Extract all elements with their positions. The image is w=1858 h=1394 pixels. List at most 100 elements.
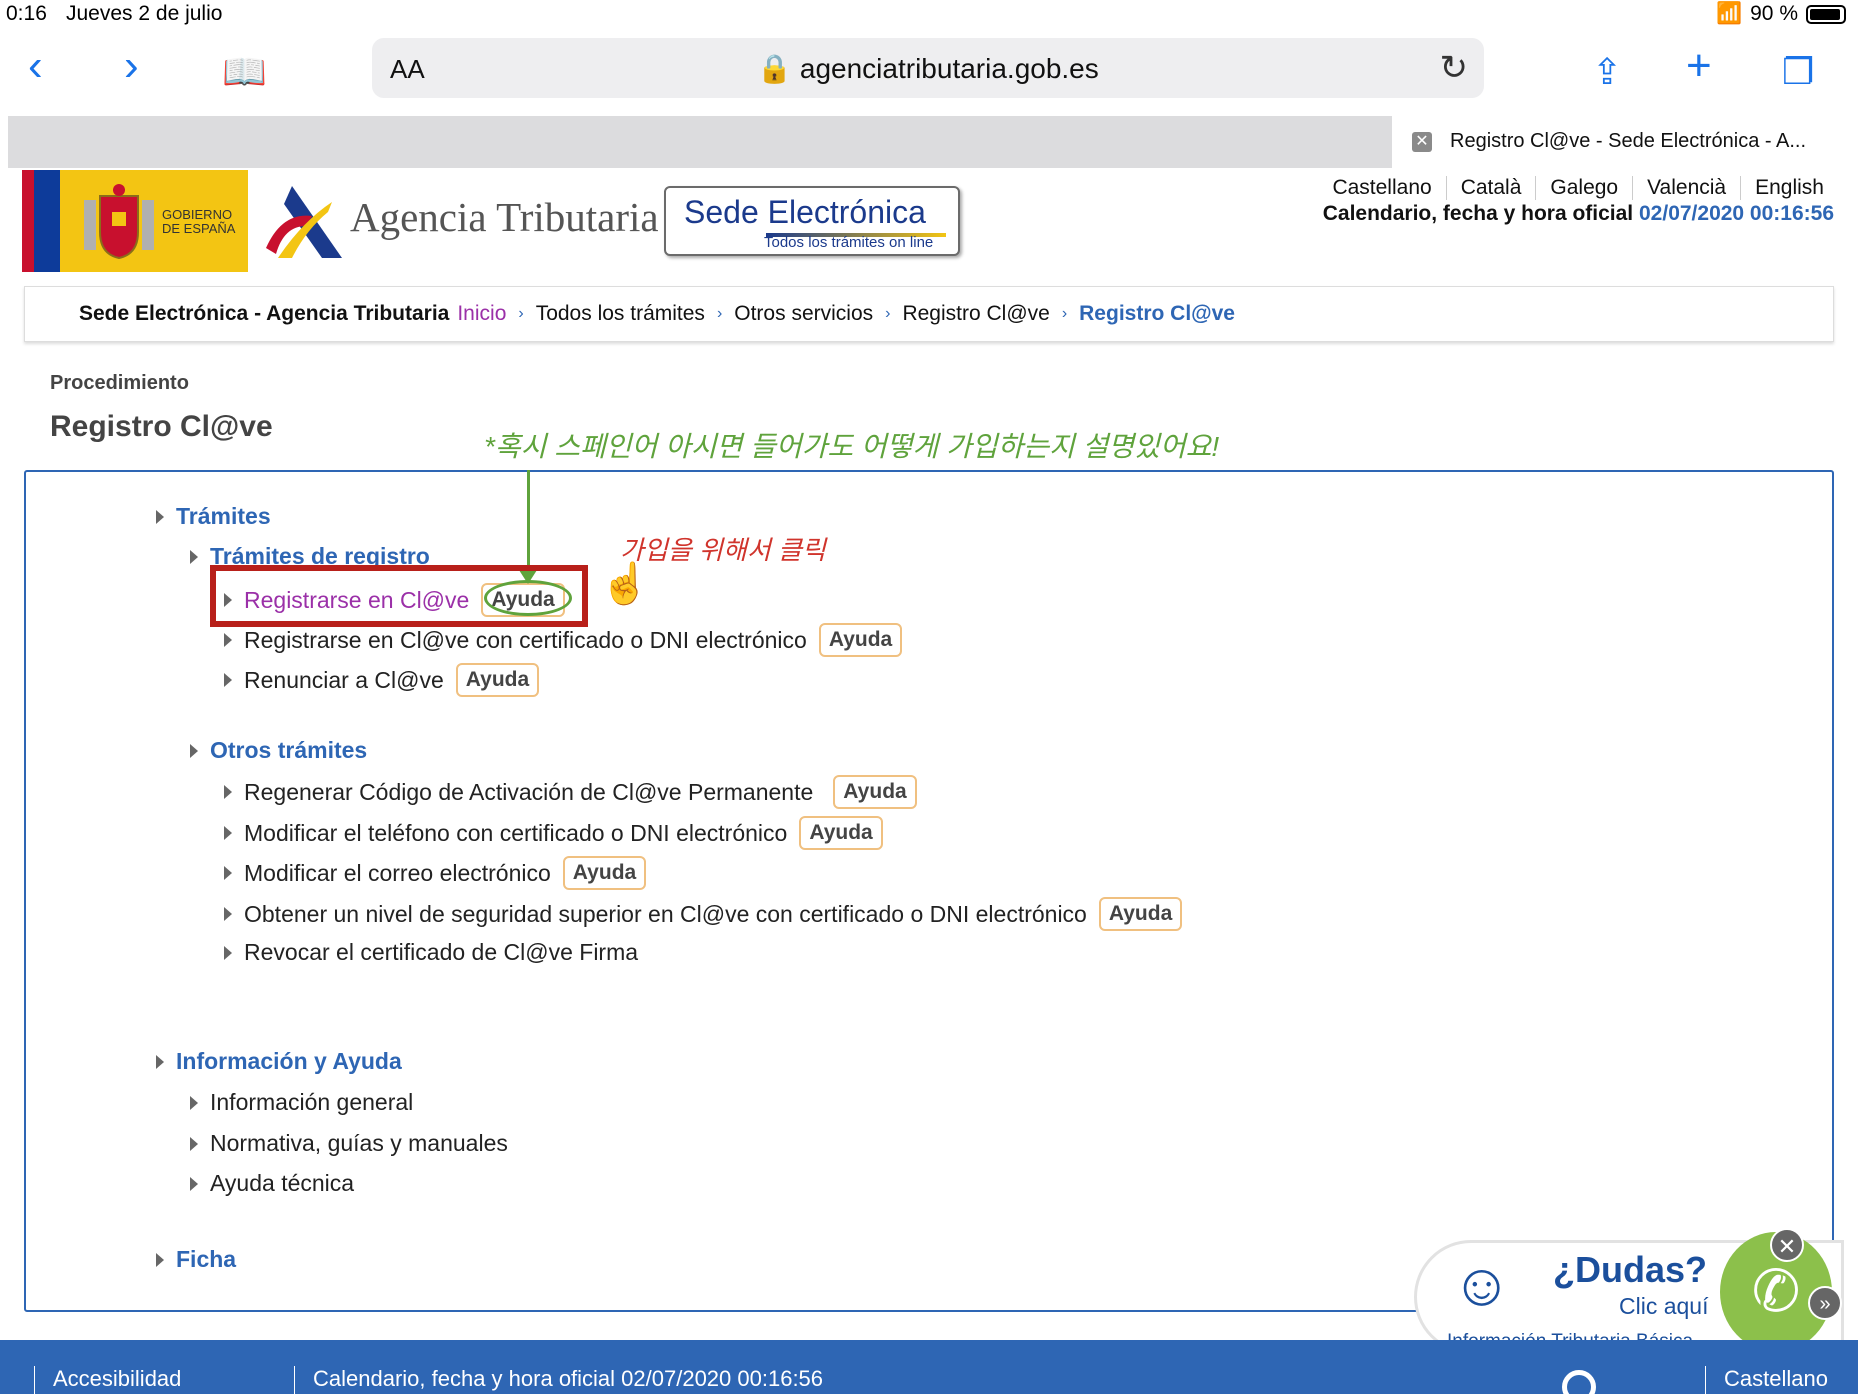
section-ficha[interactable]: Ficha xyxy=(156,1246,236,1273)
list-item: Información general xyxy=(190,1089,413,1116)
bookmarks-icon[interactable]: 📖 xyxy=(222,50,267,94)
ayuda-button[interactable]: Ayuda xyxy=(455,663,540,697)
forward-icon[interactable]: › xyxy=(124,44,139,88)
ayuda-button[interactable]: Ayuda xyxy=(799,816,883,850)
lang-galego[interactable]: Galego xyxy=(1535,176,1632,200)
bullet-icon xyxy=(224,826,232,840)
support-agent-icon: ☺ xyxy=(1451,1251,1513,1318)
close-tab-icon[interactable]: ✕ xyxy=(1412,132,1432,152)
back-icon[interactable]: ‹ xyxy=(28,44,43,88)
gobierno-text: GOBIERNO DE ESPAÑA xyxy=(162,207,236,236)
status-time: 0:16 xyxy=(6,2,47,25)
official-calendar[interactable]: Calendario, fecha y hora oficial 02/07/2… xyxy=(1323,202,1834,226)
bullet-icon xyxy=(224,673,232,687)
breadcrumb-current: Registro Cl@ve xyxy=(1079,302,1235,325)
bullet-icon xyxy=(190,1176,198,1191)
footer-calendar[interactable]: Calendario, fecha y hora oficial 02/07/2… xyxy=(294,1366,823,1394)
status-date: Jueves 2 de julio xyxy=(66,2,223,25)
gobierno-logo[interactable]: GOBIERNO DE ESPAÑA xyxy=(22,170,248,272)
annotation-green-note: *혹시 스페인어 아시면 들어가도 어떻게 가입하는지 설명있어요! xyxy=(484,431,1220,462)
ayuda-button[interactable]: Ayuda xyxy=(818,623,903,657)
bullet-icon xyxy=(190,1136,198,1151)
breadcrumb-separator-icon: › xyxy=(716,305,723,322)
battery-icon xyxy=(1806,4,1846,24)
lang-english[interactable]: English xyxy=(1740,176,1834,200)
breadcrumb-home[interactable]: Inicio xyxy=(457,302,506,326)
tramite-link[interactable]: Modificar el teléfono con certificado o … xyxy=(244,820,787,847)
footer-language[interactable]: Castellano xyxy=(1705,1366,1828,1394)
bullet-icon xyxy=(224,785,232,799)
battery-percent: 90 % xyxy=(1750,2,1798,25)
breadcrumb-separator-icon: › xyxy=(885,305,891,322)
ayuda-button[interactable]: Ayuda xyxy=(562,856,647,890)
agencia-name[interactable]: Agencia Tributaria xyxy=(350,193,659,241)
ayuda-button[interactable]: Ayuda xyxy=(1098,897,1183,931)
footer-accesibilidad[interactable]: Accesibilidad xyxy=(34,1366,181,1394)
tab-title: Registro Cl@ve - Sede Electrónica - A... xyxy=(1450,130,1806,152)
url-domain: agenciatributaria.gob.es xyxy=(799,53,1099,84)
next-arrow-icon[interactable]: » xyxy=(1808,1286,1842,1320)
section-otros-tramites[interactable]: Otros trámites xyxy=(190,737,367,764)
breadcrumb-separator-icon: › xyxy=(1061,305,1068,322)
chat-ring-icon[interactable] xyxy=(1562,1370,1596,1394)
coat-of-arms-icon xyxy=(84,184,154,260)
agencia-tributaria-logo-icon[interactable] xyxy=(262,182,346,262)
reload-icon[interactable]: ↻ xyxy=(1440,48,1469,88)
section-heading: Información y Ayuda xyxy=(176,1048,402,1074)
tabs-icon[interactable]: ❐ xyxy=(1782,50,1814,94)
info-link[interactable]: Información general xyxy=(210,1089,413,1116)
expand-icon xyxy=(156,1054,164,1069)
lang-castellano[interactable]: Castellano xyxy=(1318,176,1445,200)
breadcrumb-separator-icon: › xyxy=(518,305,524,322)
annotation-circle xyxy=(484,580,572,616)
list-item: Obtener un nivel de seguridad superior e… xyxy=(224,897,1183,931)
breadcrumb-item[interactable]: Todos los trámites xyxy=(536,302,705,326)
expand-icon xyxy=(156,1252,164,1267)
pointer-doodle-icon: ☝ xyxy=(600,562,650,606)
dudas-title: ¿Dudas? xyxy=(1553,1249,1708,1290)
breadcrumb: Sede Electrónica - Agencia Tributaria In… xyxy=(24,286,1834,342)
sede-title: Sede Electrónica xyxy=(684,194,926,230)
lang-valencia[interactable]: Valencià xyxy=(1632,176,1740,200)
address-bar[interactable]: AA 🔒 agenciatributaria.gob.es ↻ xyxy=(372,38,1484,98)
section-tramites[interactable]: Trámites xyxy=(156,503,271,530)
tramite-link[interactable]: Registrarse en Cl@ve con certificado o D… xyxy=(244,627,807,654)
url-text[interactable]: 🔒 agenciatributaria.gob.es xyxy=(372,52,1484,85)
sede-subtitle: Todos los trámites on line xyxy=(764,234,934,251)
info-link[interactable]: Ayuda técnica xyxy=(210,1170,354,1197)
section-informacion[interactable]: Información y Ayuda xyxy=(156,1048,402,1075)
list-item: Normativa, guías y manuales xyxy=(190,1130,508,1157)
list-item: Modificar el teléfono con certificado o … xyxy=(224,816,883,850)
tramite-link[interactable]: Revocar el certificado de Cl@ve Firma xyxy=(244,939,638,966)
share-icon[interactable]: ⇪ xyxy=(1592,50,1622,94)
tramite-link[interactable]: Renunciar a Cl@ve xyxy=(244,667,444,694)
ayuda-button[interactable]: Ayuda xyxy=(833,775,917,809)
breadcrumb-item[interactable]: Otros servicios xyxy=(734,302,873,326)
list-item: Modificar el correo electrónico Ayuda xyxy=(224,856,647,890)
footer: Accesibilidad Calendario, fecha y hora o… xyxy=(0,1340,1858,1394)
breadcrumb-site: Sede Electrónica - Agencia Tributaria xyxy=(79,302,450,325)
active-tab[interactable]: ✕ Registro Cl@ve - Sede Electrónica - A.… xyxy=(1392,116,1858,168)
lang-catala[interactable]: Català xyxy=(1445,176,1536,200)
new-tab-icon[interactable]: + xyxy=(1686,44,1712,88)
breadcrumb-item[interactable]: Registro Cl@ve xyxy=(902,302,1049,326)
tramite-link[interactable]: Obtener un nivel de seguridad superior e… xyxy=(244,901,1087,928)
list-item: Ayuda técnica xyxy=(190,1170,354,1197)
sede-electronica-logo[interactable]: Sede Electrónica Todos los trámites on l… xyxy=(664,186,960,256)
list-item: Revocar el certificado de Cl@ve Firma xyxy=(224,939,638,966)
lock-icon: 🔒 xyxy=(757,53,793,84)
language-selector: Castellano Català Galego Valencià Englis… xyxy=(1318,176,1834,200)
tramite-link[interactable]: Modificar el correo electrónico xyxy=(244,860,551,887)
page-title: Registro Cl@ve xyxy=(50,410,273,443)
close-widget-icon[interactable]: ✕ xyxy=(1770,1228,1804,1262)
inactive-tab-area[interactable] xyxy=(8,116,1392,168)
status-bar: 0:16 Jueves 2 de julio 📶 90 % xyxy=(0,0,1858,28)
expand-icon xyxy=(190,549,198,564)
bullet-icon xyxy=(224,866,232,880)
bullet-icon xyxy=(224,945,232,960)
section-heading: Ficha xyxy=(176,1246,237,1272)
tramite-link[interactable]: Regenerar Código de Activación de Cl@ve … xyxy=(244,779,813,806)
expand-icon xyxy=(190,743,198,758)
dudas-cta[interactable]: Clic aquí xyxy=(1619,1293,1708,1320)
info-link[interactable]: Normativa, guías y manuales xyxy=(210,1130,508,1157)
